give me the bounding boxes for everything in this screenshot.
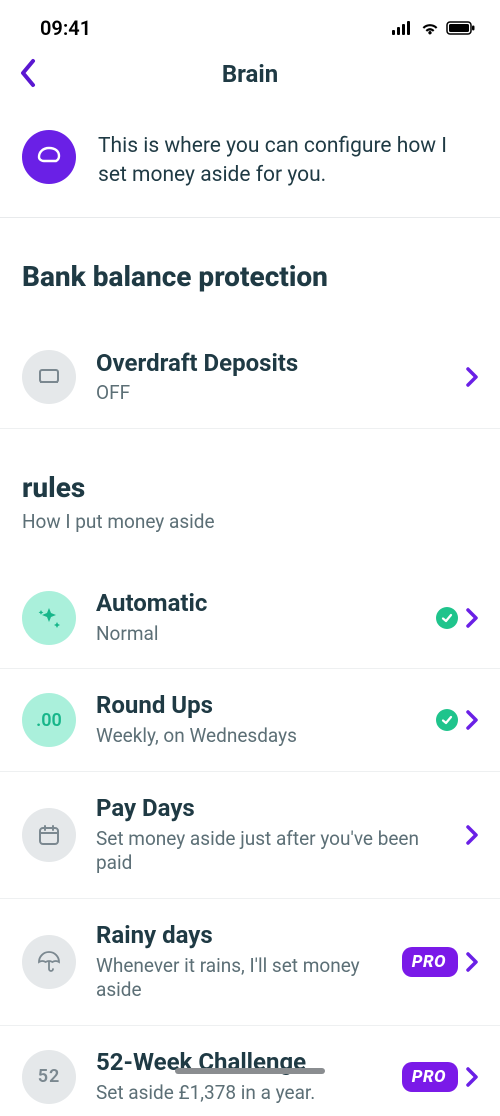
- wifi-icon: [420, 16, 440, 40]
- brain-avatar: [22, 130, 76, 184]
- row-overdraft-deposits[interactable]: Overdraft Deposits OFF: [0, 327, 500, 429]
- row-body: 52-Week Challenge Set aside £1,378 in a …: [96, 1048, 382, 1105]
- row-title: Overdraft Deposits: [96, 349, 446, 378]
- row-rainy-days[interactable]: Rainy days Whenever it rains, I'll set m…: [0, 899, 500, 1026]
- pro-badge: PRO: [402, 947, 458, 977]
- row-title: Round Ups: [96, 691, 416, 720]
- chevron-right-icon: [466, 710, 478, 730]
- decimals-icon: .00: [22, 693, 76, 747]
- page-title: Brain: [222, 60, 278, 88]
- row-trail: [436, 709, 478, 731]
- back-button[interactable]: [6, 52, 50, 96]
- cellular-icon: [392, 16, 414, 40]
- row-sub: Whenever it rains, I'll set money aside: [96, 954, 382, 1003]
- row-trail: [466, 367, 478, 387]
- intro-text: This is where you can configure how I se…: [98, 130, 478, 191]
- row-sub: Normal: [96, 622, 416, 647]
- status-time: 09:41: [40, 16, 91, 40]
- row-body: Round Ups Weekly, on Wednesdays: [96, 691, 416, 748]
- section-rules-sub: How I put money aside: [22, 510, 478, 533]
- home-indicator: [175, 1068, 325, 1074]
- section-rules-header: rules How I put money aside: [0, 429, 500, 543]
- section-rules-title: rules: [22, 473, 478, 504]
- chevron-left-icon: [19, 58, 37, 91]
- section-balance-title: Bank balance protection: [22, 262, 478, 293]
- brain-icon: [33, 139, 65, 175]
- row-trail: PRO: [402, 947, 478, 977]
- row-body: Automatic Normal: [96, 589, 416, 646]
- chevron-right-icon: [466, 952, 478, 972]
- section-balance-header: Bank balance protection: [0, 218, 500, 303]
- pro-badge: PRO: [402, 1062, 458, 1092]
- row-trail: PRO: [402, 1062, 478, 1092]
- fiftytwo-icon: 52: [22, 1050, 76, 1104]
- row-title: Pay Days: [96, 794, 446, 823]
- chevron-right-icon: [466, 825, 478, 845]
- row-automatic[interactable]: Automatic Normal: [0, 567, 500, 669]
- row-sub: Set aside £1,378 in a year.: [96, 1081, 382, 1106]
- row-sub: Set money aside just after you've been p…: [96, 827, 446, 876]
- check-icon: [436, 607, 458, 629]
- umbrella-icon: [22, 935, 76, 989]
- intro-block: This is where you can configure how I se…: [0, 100, 500, 218]
- row-trail: [466, 825, 478, 845]
- status-bar: 09:41: [0, 0, 500, 48]
- row-sub: Weekly, on Wednesdays: [96, 724, 416, 749]
- chevron-right-icon: [466, 367, 478, 387]
- status-indicators: [392, 16, 476, 40]
- row-trail: [436, 607, 478, 629]
- row-body: Rainy days Whenever it rains, I'll set m…: [96, 921, 382, 1003]
- battery-icon: [446, 16, 476, 40]
- overdraft-icon: [22, 350, 76, 404]
- sparkle-icon: [22, 591, 76, 645]
- row-title: Automatic: [96, 589, 416, 618]
- row-pay-days[interactable]: Pay Days Set money aside just after you'…: [0, 772, 500, 899]
- chevron-right-icon: [466, 608, 478, 628]
- row-sub: OFF: [96, 381, 446, 406]
- row-body: Pay Days Set money aside just after you'…: [96, 794, 446, 876]
- chevron-right-icon: [466, 1067, 478, 1087]
- row-title: Rainy days: [96, 921, 382, 950]
- nav-header: Brain: [0, 48, 500, 100]
- check-icon: [436, 709, 458, 731]
- calendar-icon: [22, 808, 76, 862]
- row-body: Overdraft Deposits OFF: [96, 349, 446, 406]
- row-round-ups[interactable]: .00 Round Ups Weekly, on Wednesdays: [0, 669, 500, 771]
